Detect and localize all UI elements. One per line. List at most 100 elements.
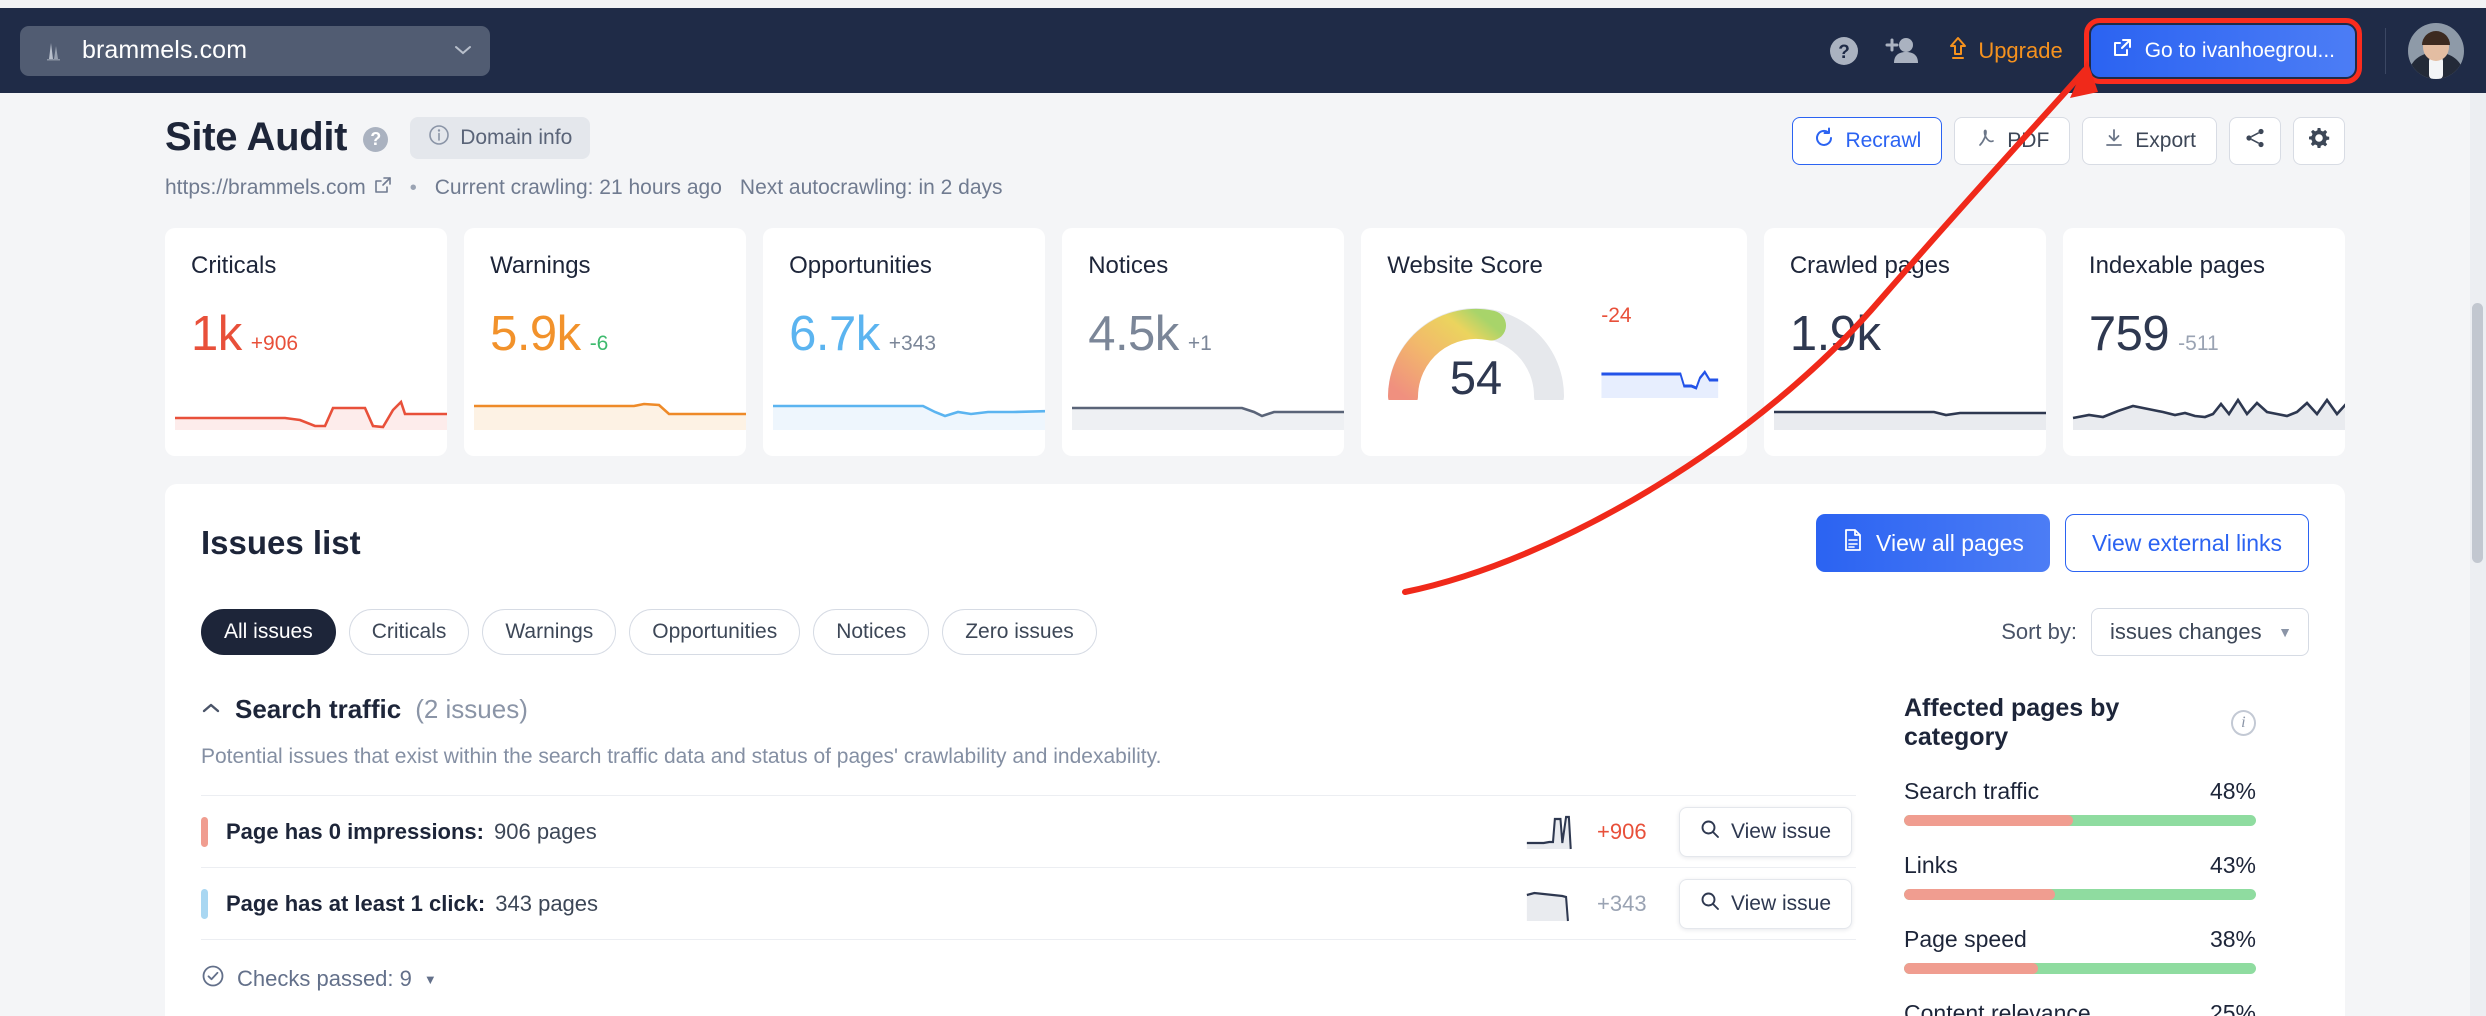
avatar[interactable] bbox=[2408, 22, 2464, 79]
view-external-links-label: View external links bbox=[2091, 529, 2282, 556]
sparkline-criticals bbox=[175, 399, 448, 430]
sort-by-select[interactable]: issues changes ▼ bbox=[2091, 608, 2309, 656]
issue-name: Page has at least 1 click: bbox=[226, 890, 486, 916]
category-progress-bar bbox=[1904, 963, 2256, 974]
add-user-icon[interactable] bbox=[1873, 22, 1931, 80]
checks-passed-label: Checks passed: 9 bbox=[237, 966, 412, 991]
view-external-links-button[interactable]: View external links bbox=[2064, 514, 2309, 572]
export-button[interactable]: Export bbox=[2082, 117, 2217, 165]
metric-cards: Criticals 1k +906 Warnings 5.9k -6 Oppor… bbox=[0, 200, 2470, 456]
filter-chip-warnings[interactable]: Warnings bbox=[482, 609, 617, 655]
category-progress-bar bbox=[1904, 815, 2256, 826]
domain-selector[interactable]: brammels.com bbox=[20, 25, 490, 76]
issues-panel-header: Issues list View all pages View external… bbox=[165, 514, 2345, 572]
filter-chip-all-issues[interactable]: All issues bbox=[201, 609, 336, 655]
metric-card-criticals[interactable]: Criticals 1k +906 bbox=[165, 228, 448, 456]
header-actions: Recrawl PDF Export bbox=[1792, 117, 2345, 165]
sort-by-group: Sort by: issues changes ▼ bbox=[2001, 608, 2309, 656]
issue-group-count: (2 issues) bbox=[415, 694, 528, 724]
view-all-pages-label: View all pages bbox=[1876, 529, 2024, 556]
card-delta: -6 bbox=[589, 332, 609, 355]
scrollbar-thumb[interactable] bbox=[2472, 303, 2483, 563]
settings-button[interactable] bbox=[2293, 117, 2345, 165]
subheader-separator: • bbox=[409, 176, 417, 199]
card-value: 6.7k bbox=[789, 307, 880, 361]
help-icon[interactable]: ? bbox=[1815, 22, 1873, 80]
metric-card-website-score[interactable]: Website Score 54 -24 bbox=[1361, 228, 1747, 456]
page-content: Site Audit ? Domain info https://brammel… bbox=[0, 93, 2470, 1016]
external-link-icon bbox=[2111, 37, 2133, 65]
download-icon bbox=[2103, 127, 2125, 155]
info-icon[interactable]: i bbox=[2230, 710, 2256, 736]
category-percent: 48% bbox=[2209, 778, 2256, 804]
current-crawling-status: Current crawling: 21 hours ago bbox=[434, 176, 722, 199]
pdf-button[interactable]: PDF bbox=[1954, 117, 2071, 165]
pdf-label: PDF bbox=[2007, 129, 2050, 152]
metric-card-opportunities[interactable]: Opportunities 6.7k +343 bbox=[763, 228, 1046, 456]
category-percent: 38% bbox=[2209, 926, 2256, 952]
upgrade-button[interactable]: Upgrade bbox=[1931, 36, 2084, 66]
refresh-icon bbox=[1813, 127, 1835, 155]
card-value-row: 759 -511 bbox=[2089, 306, 2319, 362]
metric-card-warnings[interactable]: Warnings 5.9k -6 bbox=[464, 228, 747, 456]
issues-panel-body: Search traffic (2 issues) Potential issu… bbox=[165, 656, 2345, 1016]
table-row[interactable]: Page has 0 impressions: 906 pages +906 V… bbox=[201, 795, 1856, 867]
table-row[interactable]: Page has at least 1 click: 343 pages +34… bbox=[201, 867, 1856, 939]
sparkline-crawled-pages bbox=[1773, 410, 2046, 430]
svg-text:?: ? bbox=[1839, 42, 1851, 63]
site-url-text: https://brammels.com bbox=[165, 176, 366, 199]
view-all-pages-button[interactable]: View all pages bbox=[1816, 514, 2050, 572]
affected-pages-sidebar: Affected pages by category i Search traf… bbox=[1856, 656, 2256, 1016]
goto-project-button[interactable]: Go to ivanhoegrou... bbox=[2090, 24, 2355, 77]
issue-group-search-traffic[interactable]: Search traffic (2 issues) bbox=[201, 694, 1856, 725]
page-help-icon[interactable]: ? bbox=[363, 127, 389, 152]
card-delta: +906 bbox=[250, 332, 299, 355]
card-value-row: 1k +906 bbox=[191, 306, 421, 362]
page-header: Site Audit ? Domain info https://brammel… bbox=[0, 93, 2470, 200]
chevron-down-icon: ▼ bbox=[2278, 624, 2292, 640]
share-button[interactable] bbox=[2229, 117, 2281, 165]
card-title: Opportunities bbox=[789, 252, 932, 279]
category-label: Links bbox=[1904, 852, 1958, 878]
filter-chip-zero-issues[interactable]: Zero issues bbox=[942, 609, 1097, 655]
pdf-icon bbox=[1975, 127, 1997, 155]
filter-chip-notices[interactable]: Notices bbox=[813, 609, 930, 655]
sparkline-notices bbox=[1072, 406, 1345, 430]
card-value-row: 6.7k +343 bbox=[789, 306, 1019, 362]
search-icon bbox=[1700, 891, 1720, 917]
info-icon bbox=[428, 124, 450, 152]
metric-card-crawled-pages[interactable]: Crawled pages 1.9k bbox=[1763, 228, 2046, 456]
filter-chip-opportunities[interactable]: Opportunities bbox=[629, 609, 801, 655]
view-issue-button[interactable]: View issue bbox=[1679, 878, 1852, 929]
affected-pages-header: Affected pages by category i bbox=[1904, 694, 2256, 752]
next-autocrawling-status: Next autocrawling: in 2 days bbox=[739, 176, 1003, 199]
metric-card-notices[interactable]: Notices 4.5k +1 bbox=[1062, 228, 1345, 456]
card-title: Crawled pages bbox=[1789, 252, 1950, 279]
card-title: Warnings bbox=[490, 252, 591, 279]
sort-by-value: issues changes bbox=[2110, 619, 2262, 644]
view-issue-button[interactable]: View issue bbox=[1679, 806, 1852, 857]
issue-group-description: Potential issues that exist within the s… bbox=[201, 745, 1162, 768]
website-score-gauge: 54 bbox=[1388, 308, 1565, 400]
issue-delta: +343 bbox=[1597, 890, 1647, 916]
domain-info-button[interactable]: Domain info bbox=[410, 116, 591, 159]
site-url-link[interactable]: https://brammels.com bbox=[165, 176, 392, 200]
filter-chip-criticals[interactable]: Criticals bbox=[348, 609, 470, 655]
top-nav-right-group: ? Upgrade Go to ivanhoegrou... bbox=[1815, 17, 2486, 84]
issues-panel-title: Issues list bbox=[201, 524, 361, 561]
issues-filter-row: All issues Criticals Warnings Opportunit… bbox=[165, 572, 2345, 656]
domain-info-label: Domain info bbox=[460, 125, 573, 149]
chevron-down-icon bbox=[454, 41, 472, 61]
recrawl-button[interactable]: Recrawl bbox=[1792, 117, 1943, 165]
affected-pages-title: Affected pages by category bbox=[1904, 694, 2120, 751]
site-logo-icon bbox=[40, 38, 66, 64]
metric-card-indexable-pages[interactable]: Indexable pages 759 -511 bbox=[2062, 228, 2345, 456]
checks-passed-toggle[interactable]: Checks passed: 9 ▼ bbox=[201, 964, 1856, 994]
page-scrollbar[interactable] bbox=[2470, 93, 2486, 1016]
card-value-row: 4.5k +1 bbox=[1088, 306, 1318, 362]
card-delta: -24 bbox=[1601, 304, 1632, 327]
category-row: Content relevance 25% bbox=[1904, 1000, 2256, 1016]
category-percent: 25% bbox=[2209, 1000, 2256, 1016]
goto-project-label: Go to ivanhoegrou... bbox=[2144, 38, 2335, 62]
card-delta: +1 bbox=[1187, 332, 1212, 355]
